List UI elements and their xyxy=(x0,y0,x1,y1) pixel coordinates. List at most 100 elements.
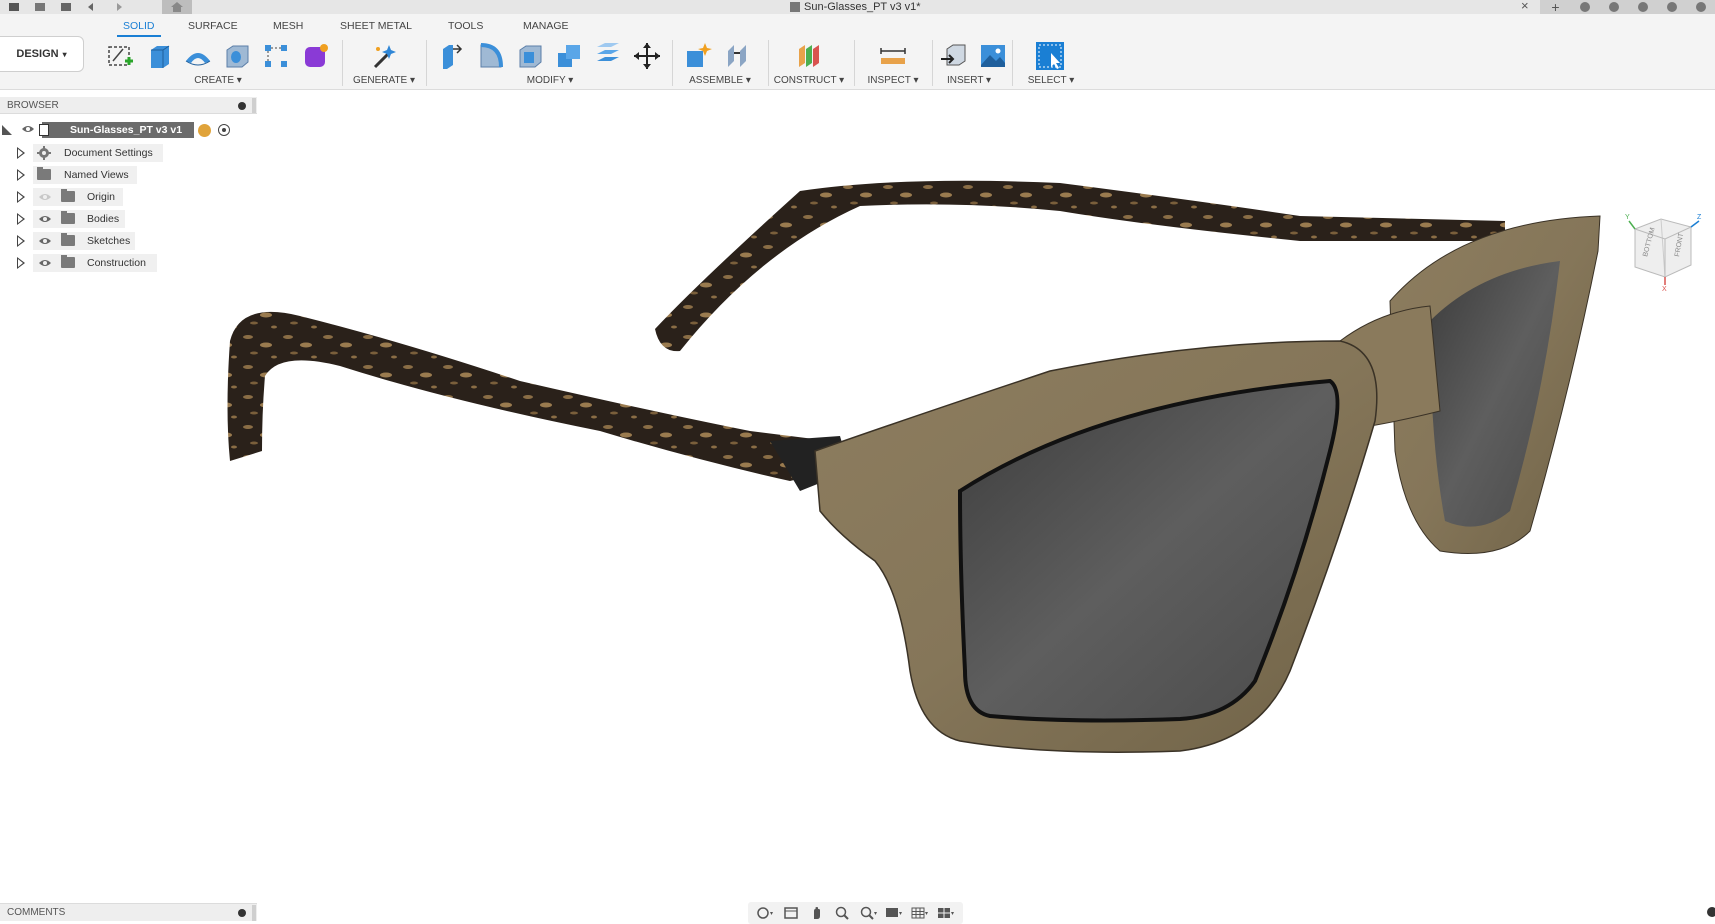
sunglasses-model[interactable] xyxy=(0,91,1715,903)
generate-group: GENERATE ▾ xyxy=(350,36,418,88)
sync-icon[interactable] xyxy=(1580,2,1591,12)
zoom-icon[interactable] xyxy=(834,906,852,920)
joint-button[interactable] xyxy=(719,39,754,73)
sketch-icon xyxy=(107,46,133,66)
assemble-group: ASSEMBLE ▾ xyxy=(678,36,762,88)
fillet-button[interactable] xyxy=(473,39,508,73)
help-icon[interactable] xyxy=(1666,2,1677,12)
offset-plane-icon xyxy=(798,45,819,67)
file-menu-icon[interactable] xyxy=(34,2,46,12)
home-icon xyxy=(171,2,183,12)
form-icon xyxy=(304,44,328,67)
modify-dropdown[interactable]: MODIFY ▾ xyxy=(434,75,666,86)
hole-button[interactable] xyxy=(219,39,254,73)
axis-x-label: X xyxy=(1662,286,1667,291)
insert-derive-button[interactable] xyxy=(936,39,971,73)
assemble-dropdown[interactable]: ASSEMBLE ▾ xyxy=(678,75,762,86)
notifications-icon[interactable] xyxy=(1637,2,1648,12)
tab-sheet-metal[interactable]: SHEET METAL xyxy=(340,19,412,37)
shell-icon xyxy=(519,45,541,68)
navigation-bar xyxy=(748,902,963,924)
pan-icon[interactable] xyxy=(808,906,826,920)
fillet-icon xyxy=(480,43,503,68)
ribbon-toolbar: DESIGN ▾ SOLID SURFACE MESH SHEET METAL … xyxy=(0,14,1715,90)
construct-dropdown[interactable]: CONSTRUCT ▾ xyxy=(772,75,846,86)
shell-button[interactable] xyxy=(512,39,547,73)
toolbar-divider xyxy=(768,40,769,86)
select-button[interactable] xyxy=(1032,39,1067,73)
offset-face-icon xyxy=(596,43,619,61)
generate-dropdown[interactable]: GENERATE ▾ xyxy=(350,75,418,86)
create-dropdown[interactable]: CREATE ▾ xyxy=(102,75,334,86)
data-panel-icon[interactable] xyxy=(8,2,20,12)
view-cube[interactable]: BOTTOM FRONT X Y Z xyxy=(1625,209,1703,291)
canvas-viewport[interactable]: BOTTOM FRONT X Y Z xyxy=(0,91,1715,903)
workspace-switcher[interactable]: DESIGN ▾ xyxy=(0,36,84,72)
fit-zoom-icon[interactable] xyxy=(859,906,878,920)
undo-icon[interactable] xyxy=(86,2,98,12)
display-settings-icon[interactable] xyxy=(885,906,903,920)
look-at-icon[interactable] xyxy=(782,906,800,920)
image-icon xyxy=(980,45,1005,67)
press-pull-button[interactable] xyxy=(434,39,469,73)
document-cube-icon xyxy=(790,2,800,12)
insert-derive-icon xyxy=(940,44,965,66)
insert-canvas-button[interactable] xyxy=(975,39,1010,73)
pattern-icon xyxy=(264,45,287,67)
construct-plane-button[interactable] xyxy=(792,39,827,73)
axis-z-label: Z xyxy=(1697,214,1702,221)
hole-icon xyxy=(226,45,248,68)
job-status-icon[interactable] xyxy=(1609,2,1620,12)
modify-group: MODIFY ▾ xyxy=(434,36,666,88)
combine-icon xyxy=(557,45,580,67)
revolve-icon xyxy=(185,53,210,66)
create-form-button[interactable] xyxy=(297,39,332,73)
insert-dropdown[interactable]: INSERT ▾ xyxy=(936,75,1002,86)
tab-manage[interactable]: MANAGE xyxy=(523,19,569,37)
close-tab-icon[interactable]: × xyxy=(1521,0,1529,13)
viewports-icon[interactable] xyxy=(937,906,955,920)
grid-settings-icon[interactable] xyxy=(911,906,929,920)
extrude-button[interactable] xyxy=(141,39,176,73)
title-bar: Sun-Glasses_PT v3 v1* × + xyxy=(0,0,1715,14)
move-icon xyxy=(633,43,660,69)
move-copy-button[interactable] xyxy=(629,39,664,73)
axis-y-label: Y xyxy=(1625,214,1630,221)
inspect-dropdown[interactable]: INSPECT ▾ xyxy=(860,75,926,86)
collapse-handle[interactable] xyxy=(252,905,256,921)
chevron-down-icon: ▾ xyxy=(62,49,67,59)
comments-panel-header[interactable]: COMMENTS xyxy=(0,903,257,921)
new-component-button[interactable] xyxy=(680,39,715,73)
redo-icon[interactable] xyxy=(112,2,124,12)
press-pull-icon xyxy=(442,44,462,69)
joint-icon xyxy=(727,45,746,67)
tab-solid[interactable]: SOLID xyxy=(117,19,161,37)
toolbar-divider xyxy=(342,40,343,86)
status-indicator-icon[interactable] xyxy=(1707,907,1715,917)
generative-design-button[interactable] xyxy=(366,39,401,73)
tab-tools[interactable]: TOOLS xyxy=(448,19,483,37)
new-tab-icon[interactable]: + xyxy=(1549,0,1561,14)
select-group: SELECT ▾ xyxy=(1016,36,1086,88)
add-comment-icon[interactable] xyxy=(238,909,246,917)
extrude-icon xyxy=(150,45,169,68)
measure-button[interactable] xyxy=(875,39,910,73)
tab-surface[interactable]: SURFACE xyxy=(188,19,238,37)
toolbar-divider xyxy=(1012,40,1013,86)
home-button[interactable] xyxy=(162,0,192,14)
toolbar-divider xyxy=(854,40,855,86)
quick-access-toolbar xyxy=(8,0,124,14)
save-icon[interactable] xyxy=(60,2,72,12)
orbit-icon[interactable] xyxy=(756,906,774,920)
measure-icon xyxy=(879,48,906,64)
select-dropdown[interactable]: SELECT ▾ xyxy=(1016,75,1086,86)
toolbar-divider xyxy=(426,40,427,86)
revolve-button[interactable] xyxy=(180,39,215,73)
offset-face-button[interactable] xyxy=(590,39,625,73)
tab-mesh[interactable]: MESH xyxy=(273,19,303,37)
create-sketch-button[interactable] xyxy=(102,39,137,73)
magic-wand-icon xyxy=(373,45,396,69)
combine-button[interactable] xyxy=(551,39,586,73)
account-icon[interactable] xyxy=(1695,2,1706,12)
pattern-button[interactable] xyxy=(258,39,293,73)
